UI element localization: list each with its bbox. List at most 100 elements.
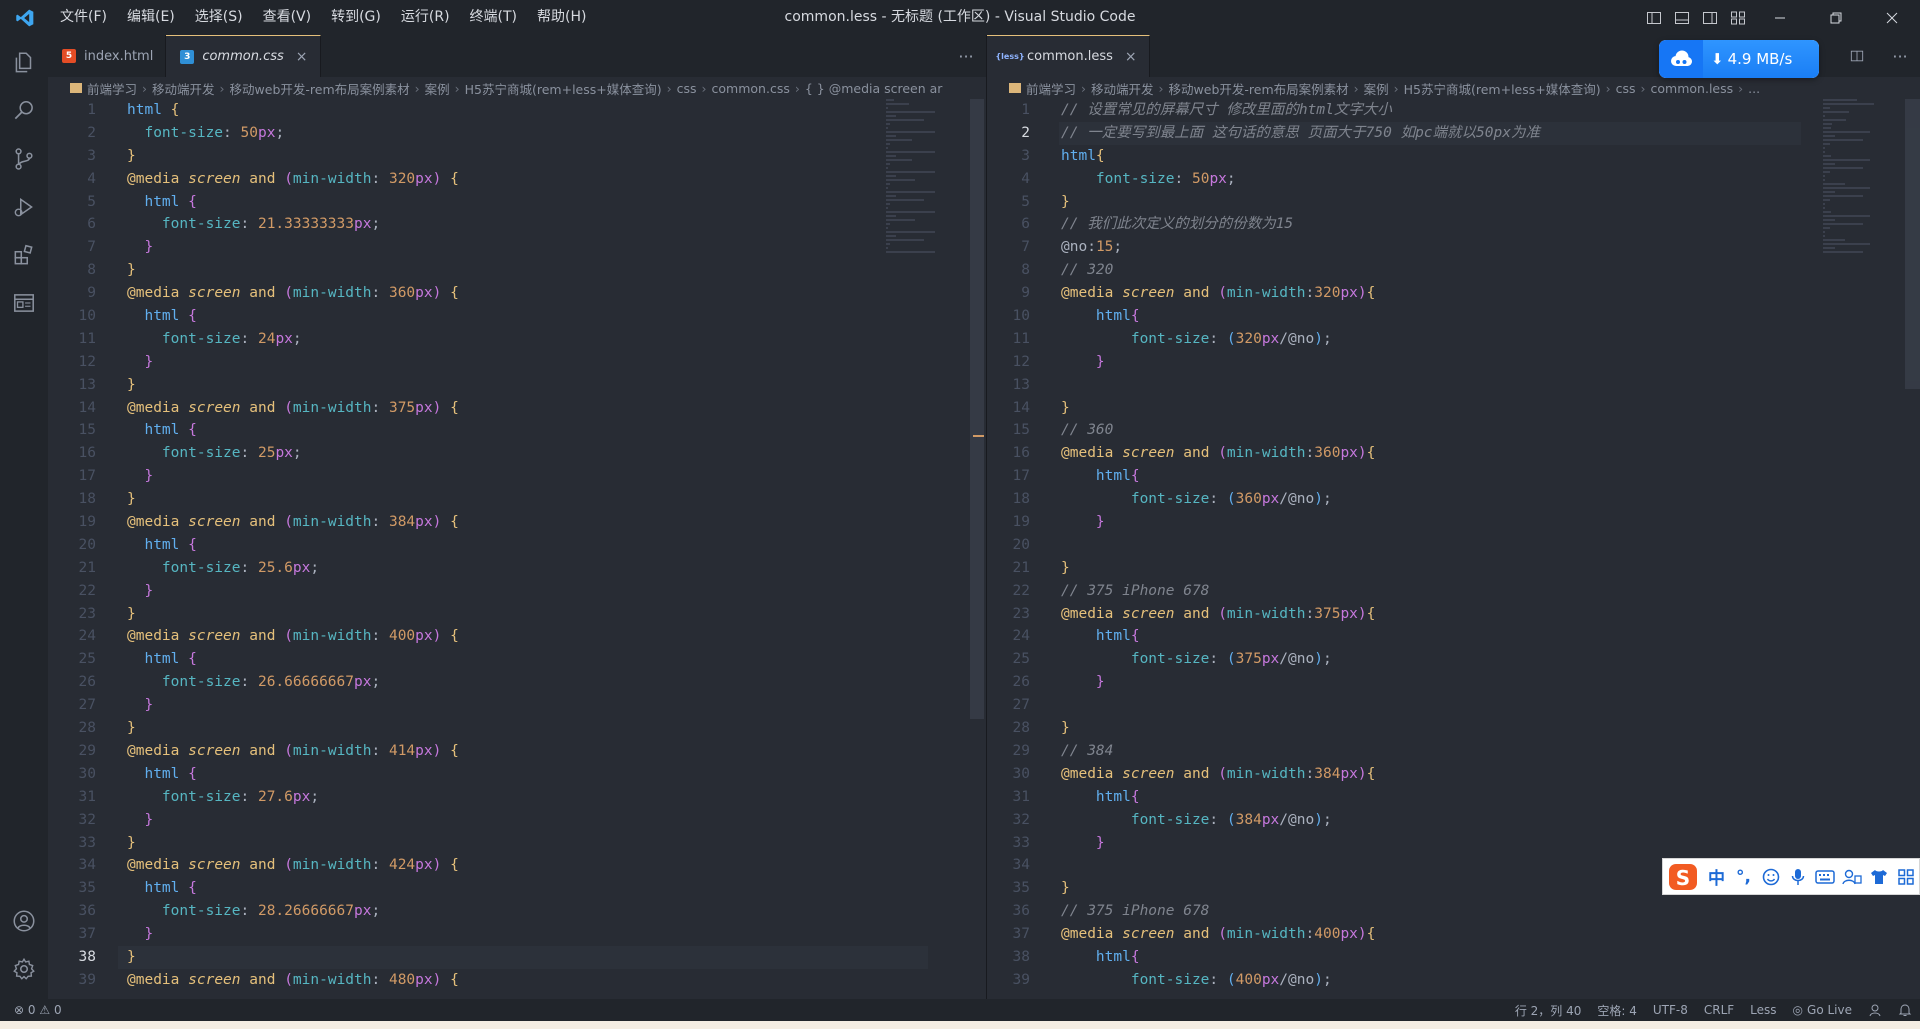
sogou-logo-icon[interactable]: S bbox=[1663, 858, 1703, 895]
code-line[interactable]: 20 html { bbox=[48, 534, 986, 557]
code-line[interactable]: 1 // 设置常见的屏幕尺寸 修改里面的html文字大小 bbox=[987, 99, 1920, 122]
feedback-icon[interactable] bbox=[1860, 1003, 1890, 1017]
menu-file[interactable]: 文件(F) bbox=[50, 0, 117, 35]
menu-selection[interactable]: 选择(S) bbox=[185, 0, 253, 35]
code-line[interactable]: 5 html { bbox=[48, 191, 986, 214]
code-line[interactable]: 38 html{ bbox=[987, 946, 1920, 969]
ime-lang-toggle[interactable]: 中 bbox=[1703, 858, 1730, 895]
toggle-sidebar-icon[interactable] bbox=[1640, 0, 1668, 35]
code-line[interactable]: 3} bbox=[48, 145, 986, 168]
code-line[interactable]: 33} bbox=[48, 832, 986, 855]
breadcrumb-item[interactable]: common.css bbox=[712, 81, 790, 96]
menu-help[interactable]: 帮助(H) bbox=[527, 0, 596, 35]
minimap-left[interactable] bbox=[886, 99, 958, 255]
code-line[interactable]: 10 html { bbox=[48, 305, 986, 328]
breadcrumb-item[interactable]: 移动端开发 bbox=[152, 79, 215, 98]
code-line[interactable]: 25 font-size: (375px/@no); bbox=[987, 648, 1920, 671]
code-line[interactable]: 19 } bbox=[987, 511, 1920, 534]
code-line[interactable]: 8} bbox=[48, 259, 986, 282]
code-line[interactable]: 12 } bbox=[987, 351, 1920, 374]
tab-common-css[interactable]: 3 common.css × bbox=[166, 35, 321, 77]
code-line[interactable]: 29 // 384 bbox=[987, 740, 1920, 763]
restore-icon[interactable] bbox=[1808, 0, 1864, 35]
code-line[interactable]: 27 } bbox=[48, 694, 986, 717]
source-control-icon[interactable] bbox=[0, 135, 48, 183]
code-line[interactable]: 37 } bbox=[48, 923, 986, 946]
code-line[interactable]: 39 font-size: (400px/@no); bbox=[987, 969, 1920, 992]
code-line[interactable]: 31 font-size: 27.6px; bbox=[48, 786, 986, 809]
close-window-icon[interactable] bbox=[1864, 0, 1920, 35]
grid-apps-icon[interactable] bbox=[1892, 858, 1919, 895]
code-line[interactable]: 36 font-size: 28.26666667px; bbox=[48, 900, 986, 923]
code-line[interactable]: 19 @media screen and (min-width: 384px) { bbox=[48, 511, 986, 534]
code-line[interactable]: 24 @media screen and (min-width: 400px) { bbox=[48, 625, 986, 648]
code-line[interactable]: 6 font-size: 21.33333333px; bbox=[48, 213, 986, 236]
code-line[interactable]: 4 @media screen and (min-width: 320px) { bbox=[48, 168, 986, 191]
code-line[interactable]: 17 html{ bbox=[987, 465, 1920, 488]
code-line[interactable]: 6 // 我们此次定义的划分的份数为15 bbox=[987, 213, 1920, 236]
code-line[interactable]: 33 } bbox=[987, 832, 1920, 855]
breadcrumb-item[interactable]: 案例 bbox=[425, 79, 450, 98]
encoding[interactable]: UTF-8 bbox=[1645, 1003, 1696, 1017]
menu-terminal[interactable]: 终端(T) bbox=[460, 0, 527, 35]
cursor-position[interactable]: 行 2，列 40 bbox=[1507, 1002, 1590, 1019]
code-line[interactable]: 37 @media screen and (min-width:400px){ bbox=[987, 923, 1920, 946]
download-speed-widget[interactable]: ⬇ 4.9 MB/s bbox=[1659, 40, 1819, 78]
notifications-bell-icon[interactable] bbox=[1890, 1003, 1920, 1017]
skin-shirt-icon[interactable] bbox=[1865, 858, 1892, 895]
breadcrumb-item[interactable]: { } @media screen ar bbox=[805, 81, 943, 96]
code-line[interactable]: 5} bbox=[987, 191, 1920, 214]
code-line[interactable]: 31 html{ bbox=[987, 786, 1920, 809]
accounts-icon[interactable] bbox=[0, 897, 48, 945]
code-line[interactable]: 12 } bbox=[48, 351, 986, 374]
code-line[interactable]: 11 font-size: 24px; bbox=[48, 328, 986, 351]
menu-view[interactable]: 查看(V) bbox=[253, 0, 322, 35]
breadcrumb-item[interactable]: common.less bbox=[1651, 81, 1734, 96]
code-line[interactable]: 13 bbox=[987, 374, 1920, 397]
code-line[interactable]: 20 bbox=[987, 534, 1920, 557]
run-debug-icon[interactable] bbox=[0, 183, 48, 231]
remote-explorer-icon[interactable] bbox=[0, 279, 48, 327]
code-editor-left[interactable]: 1 html {2 font-size: 50px; 3} 4 @media scree… bbox=[48, 99, 986, 992]
breadcrumb-item[interactable]: 前端学习 bbox=[1009, 79, 1076, 98]
code-line[interactable]: 30 @media screen and (min-width:384px){ bbox=[987, 763, 1920, 786]
code-line[interactable]: 30 html { bbox=[48, 763, 986, 786]
split-editor-icon[interactable] bbox=[1840, 35, 1880, 77]
code-line[interactable]: 9 @media screen and (min-width:320px){ bbox=[987, 282, 1920, 305]
toggle-secondary-sidebar-icon[interactable] bbox=[1696, 0, 1724, 35]
code-line[interactable]: 7 @no:15; bbox=[987, 236, 1920, 259]
emoji-icon[interactable] bbox=[1757, 858, 1784, 895]
code-line[interactable]: 14} bbox=[987, 397, 1920, 420]
ime-punct-toggle[interactable]: °, bbox=[1730, 858, 1757, 895]
code-line[interactable]: 16 font-size: 25px; bbox=[48, 442, 986, 465]
indentation[interactable]: 空格: 4 bbox=[1589, 1002, 1645, 1019]
toggle-panel-icon[interactable] bbox=[1668, 0, 1696, 35]
breadcrumb-item[interactable]: 移动web开发-rem布局案例素材 bbox=[230, 79, 410, 98]
search-icon[interactable] bbox=[0, 87, 48, 135]
customize-layout-icon[interactable] bbox=[1724, 0, 1752, 35]
code-line[interactable]: 28} bbox=[987, 717, 1920, 740]
menu-go[interactable]: 转到(G) bbox=[321, 0, 391, 35]
microphone-icon[interactable] bbox=[1784, 858, 1811, 895]
breadcrumb-item[interactable]: 移动web开发-rem布局案例素材 bbox=[1169, 79, 1349, 98]
code-line[interactable]: 25 html { bbox=[48, 648, 986, 671]
settings-gear-icon[interactable] bbox=[0, 945, 48, 993]
more-actions-icon[interactable]: ··· bbox=[1880, 35, 1920, 77]
go-live-button[interactable]: ◎ Go Live bbox=[1785, 1003, 1860, 1017]
language-mode[interactable]: Less bbox=[1742, 1003, 1784, 1017]
code-line[interactable]: 14 @media screen and (min-width: 375px) { bbox=[48, 397, 986, 420]
code-line[interactable]: 15 // 360 bbox=[987, 419, 1920, 442]
code-line[interactable]: 38} bbox=[48, 945, 986, 969]
code-line[interactable]: 10 html{ bbox=[987, 305, 1920, 328]
code-line[interactable]: 32 font-size: (384px/@no); bbox=[987, 809, 1920, 832]
code-line[interactable]: 34 @media screen and (min-width: 424px) { bbox=[48, 854, 986, 877]
code-line[interactable]: 2 font-size: 50px; bbox=[48, 122, 986, 145]
code-line[interactable]: 3 html{ bbox=[987, 145, 1920, 168]
more-actions-icon[interactable]: ··· bbox=[946, 35, 986, 77]
code-line[interactable]: 11 font-size: (320px/@no); bbox=[987, 328, 1920, 351]
code-line[interactable]: 7 } bbox=[48, 236, 986, 259]
code-line[interactable]: 18} bbox=[48, 488, 986, 511]
code-line[interactable]: 9 @media screen and (min-width: 360px) { bbox=[48, 282, 986, 305]
menu-edit[interactable]: 编辑(E) bbox=[117, 0, 185, 35]
tab-common-less[interactable]: {less} common.less × bbox=[987, 35, 1150, 77]
